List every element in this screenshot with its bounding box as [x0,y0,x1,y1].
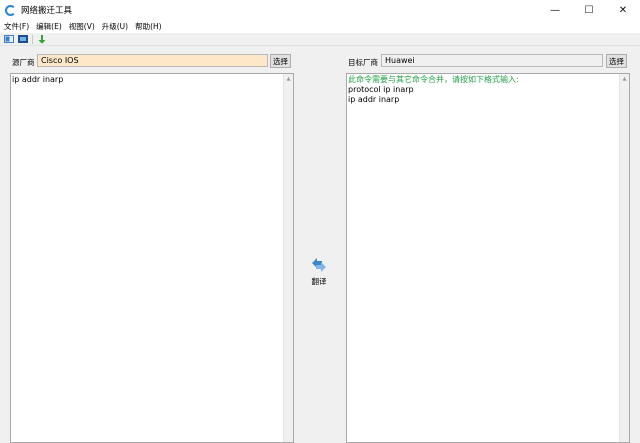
menu-bar: 文件(F) 编辑(E) 视图(V) 升级(U) 帮助(H) [0,20,640,33]
translate-arrows-icon [312,258,326,272]
menu-upgrade[interactable]: 升级(U) [99,21,131,32]
maximize-button[interactable]: ☐ [572,0,606,20]
target-vendor-label: 目标厂商 [348,58,378,67]
target-command-line: ip addr inarp [348,95,400,104]
scroll-up-arrow-icon[interactable]: ▲ [620,74,629,83]
target-command-line: protocol ip inarp [348,85,414,94]
target-scrollbar[interactable]: ▲ [619,74,629,442]
toolbar-separator [32,34,33,44]
toolbar [0,33,640,45]
source-vendor-label: 源厂商 [12,58,35,67]
source-editor[interactable]: ip addr inarp ▲ [10,73,294,443]
window-left-icon[interactable] [4,35,14,44]
translate-label: 翻译 [311,277,327,286]
window-controls: — ☐ ✕ [538,0,640,20]
translate-button[interactable]: 翻译 [304,256,334,292]
source-scrollbar[interactable]: ▲ [283,74,293,442]
target-pick-button[interactable]: 选择 [606,54,627,68]
menu-view[interactable]: 视图(V) [66,21,98,32]
target-vendor-field[interactable] [381,54,603,67]
window-right-icon[interactable] [18,35,28,44]
scroll-up-arrow-icon[interactable]: ▲ [284,74,293,83]
menu-help[interactable]: 帮助(H) [132,21,165,32]
app-logo-icon [5,4,16,16]
source-vendor-field[interactable] [37,54,268,67]
toolbar-divider [0,45,640,46]
minimize-button[interactable]: — [538,0,572,20]
title-bar: 网络搬迁工具 — ☐ ✕ [0,0,640,20]
menu-file[interactable]: 文件(F) [1,21,32,32]
merge-note: 此命令需要与其它命令合并，请按如下格式输入: [348,75,519,84]
source-pick-button[interactable]: 选择 [270,54,291,68]
target-editor[interactable]: 此命令需要与其它命令合并，请按如下格式输入: protocol ip inarp i… [346,73,630,443]
source-command-line: ip addr inarp [12,75,64,84]
menu-edit[interactable]: 编辑(E) [33,21,65,32]
download-arrow-icon[interactable] [37,34,47,44]
window-title: 网络搬迁工具 [21,6,73,16]
close-button[interactable]: ✕ [606,0,640,20]
